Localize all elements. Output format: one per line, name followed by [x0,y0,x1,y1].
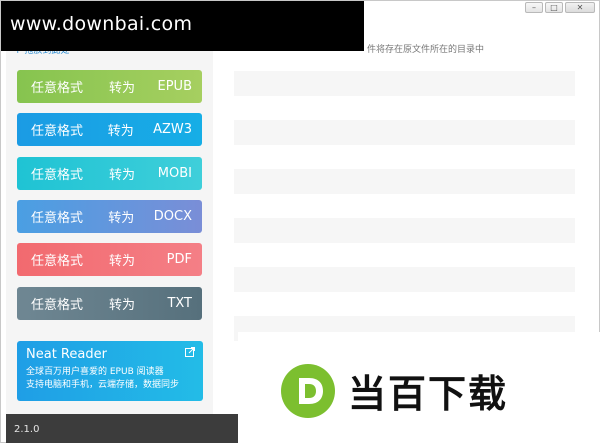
target-format-label: AZW3 [153,122,192,137]
file-row[interactable] [234,242,575,267]
file-row[interactable] [234,193,575,218]
minimize-button[interactable]: – [525,2,543,13]
convert-verb-label: 转为 [109,81,136,96]
convert-txt-button[interactable]: 任意格式 转为 TXT [17,287,202,320]
source-format-label: 任意格式 [31,211,84,226]
convert-verb-label: 转为 [109,168,136,183]
convert-verb-label: 转为 [109,254,136,269]
file-row[interactable] [234,95,575,120]
promo-line-2: 支持电脑和手机，云端存储，数据同步 [26,380,180,390]
file-row[interactable] [234,144,575,169]
logo-mark-icon [281,364,335,418]
maximize-button[interactable]: □ [545,2,563,13]
version-label: 2.1.0 [14,424,40,435]
file-row[interactable] [234,120,575,145]
converter-window: – □ ✕ ↑ 拖放到此处 任意格式 转为 EPUB 任意格式 转为 AZW3 … [0,0,600,443]
sidebar: ↑ 拖放到此处 任意格式 转为 EPUB 任意格式 转为 AZW3 任意格式 转… [6,46,213,414]
file-row[interactable] [234,218,575,243]
target-format-label: DOCX [153,209,192,224]
source-format-label: 任意格式 [31,168,84,183]
target-format-label: PDF [166,252,192,267]
convert-epub-button[interactable]: 任意格式 转为 EPUB [17,70,202,103]
file-row[interactable] [234,291,575,316]
neat-reader-promo[interactable]: Neat Reader 全球百万用户喜爱的 EPUB 阅读器 支持电脑和手机，云… [17,341,203,401]
file-row[interactable] [234,169,575,194]
promo-title: Neat Reader [26,347,107,362]
logo-text: 当百下载 [348,372,509,416]
external-link-icon[interactable] [185,347,195,357]
target-format-label: TXT [167,296,192,311]
file-row[interactable] [234,267,575,292]
source-format-label: 任意格式 [31,254,84,269]
convert-verb-label: 转为 [107,124,134,139]
site-watermark: www.downbai.com [1,1,364,51]
convert-verb-label: 转为 [109,298,136,313]
source-format-label: 任意格式 [31,81,84,96]
version-bar: 2.1.0 [6,414,238,443]
convert-mobi-button[interactable]: 任意格式 转为 MOBI [17,157,202,190]
file-list[interactable] [234,71,575,341]
convert-azw3-button[interactable]: 任意格式 转为 AZW3 [17,113,202,146]
window-controls: – □ ✕ [525,2,595,13]
target-format-label: EPUB [157,79,193,94]
close-button[interactable]: ✕ [565,2,595,13]
convert-docx-button[interactable]: 任意格式 转为 DOCX [17,200,202,233]
target-format-label: MOBI [157,166,192,181]
source-format-label: 任意格式 [31,298,84,313]
output-location-hint: 件将存在原文件所在的目录中 [367,45,485,55]
convert-pdf-button[interactable]: 任意格式 转为 PDF [17,243,202,276]
convert-verb-label: 转为 [108,211,135,226]
file-row[interactable] [234,71,575,96]
promo-line-1: 全球百万用户喜爱的 EPUB 阅读器 [26,367,164,377]
logo-watermark: 当百下载 [238,332,600,443]
source-format-label: 任意格式 [31,124,84,139]
